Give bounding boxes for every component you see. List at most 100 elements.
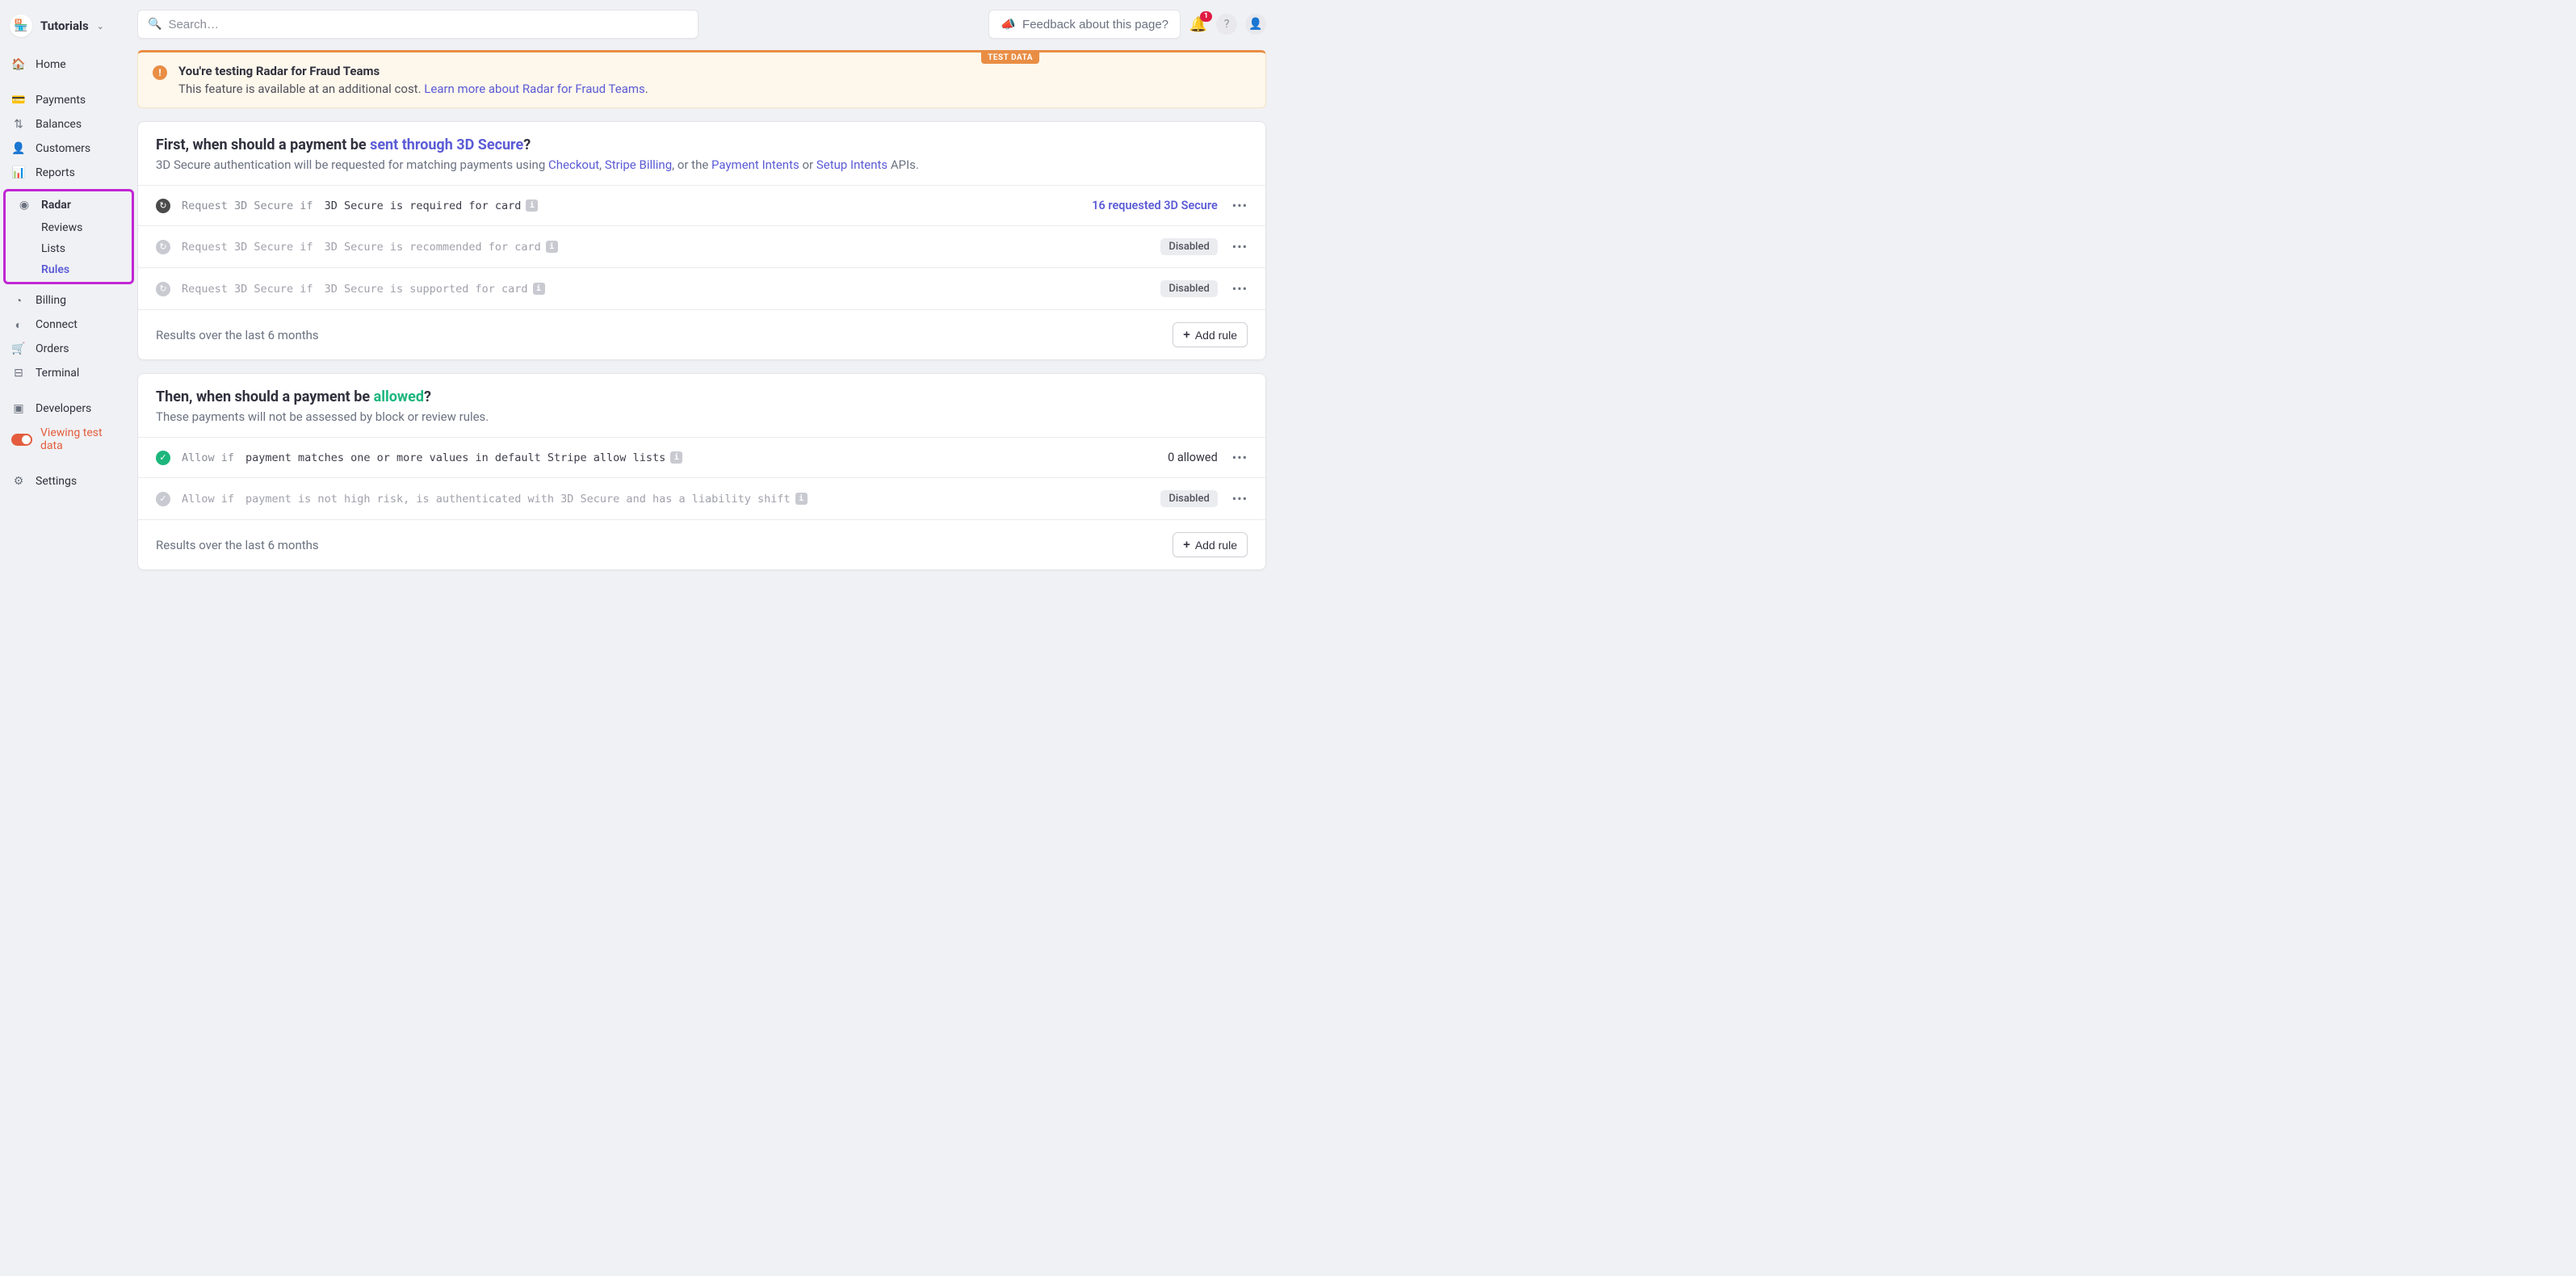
sidebar-item-payments[interactable]: 💳 Payments xyxy=(0,88,137,112)
test-data-toggle[interactable]: Viewing test data xyxy=(0,421,137,458)
sidebar-item-connect[interactable]: ◐ Connect xyxy=(0,313,137,337)
warning-icon: ! xyxy=(153,65,167,80)
search-input[interactable] xyxy=(168,18,688,31)
more-icon[interactable]: ••• xyxy=(1232,450,1248,465)
card-desc: 3D Secure authentication will be request… xyxy=(156,157,1248,172)
more-icon[interactable]: ••• xyxy=(1232,491,1248,506)
rule-prefix: Request 3D Secure if xyxy=(182,241,313,254)
sidebar-item-label: Home xyxy=(36,58,66,71)
test-data-pill: TEST DATA xyxy=(981,52,1039,64)
help-icon: ? xyxy=(1224,18,1230,31)
refresh-icon: ↻ xyxy=(156,199,170,213)
rule-body: payment matches one or more values in de… xyxy=(245,451,682,464)
rule-row[interactable]: ↻ Request 3D Secure if 3D Secure is reco… xyxy=(138,225,1265,267)
brand-title: Tutorials xyxy=(40,19,89,33)
checkout-link[interactable]: Checkout xyxy=(548,157,599,172)
profile-button[interactable]: 👤 xyxy=(1245,14,1266,35)
payment-intents-link[interactable]: Payment Intents xyxy=(711,157,799,172)
sidebar-item-label: Customers xyxy=(36,142,90,155)
chevron-down-icon: ⌄ xyxy=(97,21,104,31)
sidebar-item-reports[interactable]: 📊 Reports xyxy=(0,161,137,185)
clock-icon: ◔ xyxy=(11,293,26,308)
more-icon[interactable]: ••• xyxy=(1232,281,1248,296)
connect-icon: ◐ xyxy=(11,317,26,332)
sidebar-item-billing[interactable]: ◔ Billing xyxy=(0,288,137,313)
results-summary: Results over the last 6 months xyxy=(156,328,319,342)
account-switcher[interactable]: 🏪 Tutorials ⌄ xyxy=(0,10,137,50)
check-icon: ✓ xyxy=(156,492,170,506)
more-icon[interactable]: ••• xyxy=(1232,198,1248,213)
chart-icon: 📊 xyxy=(11,166,26,180)
transfer-icon: ⇅ xyxy=(11,117,26,132)
code-icon: ▣ xyxy=(11,401,26,416)
sidebar-item-orders[interactable]: 🛒 Orders xyxy=(0,337,137,361)
feedback-button[interactable]: 📣 Feedback about this page? xyxy=(988,10,1181,39)
plus-icon: + xyxy=(1183,538,1190,552)
rule-row[interactable]: ✓ Allow if payment is not high risk, is … xyxy=(138,477,1265,519)
sidebar-subitem-lists[interactable]: Lists xyxy=(6,238,132,259)
card-title: Then, when should a payment be allowed? xyxy=(156,388,1248,405)
sidebar: 🏪 Tutorials ⌄ 🏠 Home 💳 Payments ⇅ Balanc… xyxy=(0,0,137,638)
test-banner: TEST DATA ! You're testing Radar for Fra… xyxy=(137,50,1266,108)
notifications-button[interactable]: 🔔 1 xyxy=(1189,15,1208,34)
rule-prefix: Request 3D Secure if xyxy=(182,283,313,296)
sidebar-item-label: Developers xyxy=(36,402,91,415)
billing-link[interactable]: Stripe Billing xyxy=(605,157,672,172)
topbar: 🔍 📣 Feedback about this page? 🔔 1 ? 👤 xyxy=(137,10,1266,39)
sidebar-item-label: Balances xyxy=(36,118,82,131)
store-icon: 🏪 xyxy=(10,15,32,37)
disabled-badge: Disabled xyxy=(1160,280,1217,297)
info-icon[interactable]: i xyxy=(533,283,545,295)
cart-icon: 🛒 xyxy=(11,342,26,356)
add-rule-button[interactable]: + Add rule xyxy=(1173,322,1248,347)
sidebar-item-label: Settings xyxy=(36,475,77,488)
rule-row[interactable]: ↻ Request 3D Secure if 3D Secure is requ… xyxy=(138,185,1265,225)
sidebar-item-balances[interactable]: ⇅ Balances xyxy=(0,112,137,136)
info-icon[interactable]: i xyxy=(670,451,682,464)
rule-body: payment is not high risk, is authenticat… xyxy=(245,493,808,506)
rule-stat: 0 allowed xyxy=(1168,451,1218,464)
card-title: First, when should a payment be sent thr… xyxy=(156,136,1248,153)
info-icon[interactable]: i xyxy=(526,199,538,212)
avatar-icon: 👤 xyxy=(1248,18,1262,31)
allow-rules-card: Then, when should a payment be allowed? … xyxy=(137,373,1266,570)
add-rule-label: Add rule xyxy=(1195,539,1237,552)
info-icon[interactable]: i xyxy=(795,493,808,505)
sidebar-item-terminal[interactable]: ⊟ Terminal xyxy=(0,361,137,385)
banner-link[interactable]: Learn more about Radar for Fraud Teams xyxy=(424,82,644,96)
refresh-icon: ↻ xyxy=(156,240,170,254)
more-icon[interactable]: ••• xyxy=(1232,239,1248,254)
sidebar-item-label: Connect xyxy=(36,318,78,331)
sidebar-item-home[interactable]: 🏠 Home xyxy=(0,52,137,77)
sidebar-item-settings[interactable]: ⚙ Settings xyxy=(0,469,137,493)
sidebar-item-customers[interactable]: 👤 Customers xyxy=(0,136,137,161)
sidebar-subitem-rules[interactable]: Rules xyxy=(6,259,132,280)
sidebar-item-radar[interactable]: ◉ Radar xyxy=(6,193,132,217)
disabled-badge: Disabled xyxy=(1160,238,1217,255)
rule-body: 3D Secure is supported for cardi xyxy=(325,283,545,296)
rule-stat[interactable]: 16 requested 3D Secure xyxy=(1092,199,1218,212)
plus-icon: + xyxy=(1183,328,1190,342)
radar-section-highlight: ◉ Radar Reviews Lists Rules xyxy=(3,189,134,284)
megaphone-icon: 📣 xyxy=(1001,17,1016,31)
banner-desc: This feature is available at an addition… xyxy=(178,82,1251,96)
home-icon: 🏠 xyxy=(11,57,26,72)
toggle-switch xyxy=(11,434,32,446)
user-icon: 👤 xyxy=(11,141,26,156)
refresh-icon: ↻ xyxy=(156,282,170,296)
sidebar-subitem-reviews[interactable]: Reviews xyxy=(6,217,132,238)
notification-badge: 1 xyxy=(1200,11,1212,22)
gear-icon: ⚙ xyxy=(11,474,26,489)
rule-row[interactable]: ✓ Allow if payment matches one or more v… xyxy=(138,437,1265,477)
setup-intents-link[interactable]: Setup Intents xyxy=(816,157,887,172)
help-button[interactable]: ? xyxy=(1216,14,1237,35)
sidebar-item-label: Orders xyxy=(36,342,69,355)
rule-body: 3D Secure is required for cardi xyxy=(325,199,539,212)
search-box[interactable]: 🔍 xyxy=(137,10,699,39)
results-summary: Results over the last 6 months xyxy=(156,538,319,552)
disabled-badge: Disabled xyxy=(1160,490,1217,507)
rule-row[interactable]: ↻ Request 3D Secure if 3D Secure is supp… xyxy=(138,267,1265,309)
sidebar-item-developers[interactable]: ▣ Developers xyxy=(0,397,137,421)
info-icon[interactable]: i xyxy=(546,241,558,253)
add-rule-button[interactable]: + Add rule xyxy=(1173,532,1248,557)
